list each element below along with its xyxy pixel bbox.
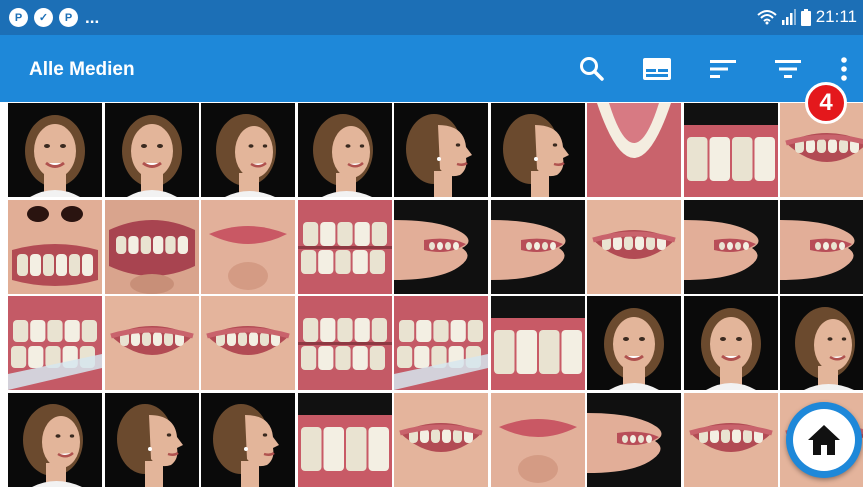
- thumbnail-image: [683, 103, 778, 197]
- thumbnail-image: [394, 296, 488, 390]
- thumbnail-image: [297, 103, 392, 197]
- thumbnail-image: [8, 296, 102, 390]
- thumbnail-image: [490, 296, 585, 390]
- media-thumbnail[interactable]: [780, 199, 863, 294]
- media-thumbnail[interactable]: [490, 392, 585, 487]
- thumbnail-image: [8, 103, 102, 197]
- media-thumbnail[interactable]: [394, 392, 488, 487]
- thumbnail-image: [201, 103, 295, 197]
- media-thumbnail[interactable]: [297, 392, 392, 487]
- thumbnail-image: [8, 199, 102, 294]
- thumbnail-image: [394, 103, 488, 197]
- home-icon: [808, 425, 840, 455]
- notification-area: P ✓ P ...: [9, 8, 99, 27]
- battery-icon: [800, 8, 811, 26]
- media-thumbnail[interactable]: [683, 103, 778, 197]
- media-thumbnail[interactable]: [201, 199, 295, 294]
- thumbnail-image: [297, 392, 392, 487]
- more-vert-icon: [841, 57, 847, 81]
- thumbnail-image: [297, 199, 392, 294]
- media-thumbnail[interactable]: [394, 199, 488, 294]
- thumbnail-image: [104, 199, 199, 294]
- media-thumbnail[interactable]: [201, 296, 295, 390]
- thumbnail-image: [587, 392, 681, 487]
- media-thumbnail[interactable]: [587, 103, 681, 197]
- filter-icon: [775, 60, 801, 78]
- media-thumbnail[interactable]: [297, 199, 392, 294]
- sort-button[interactable]: [708, 54, 738, 84]
- thumbnail-image: [683, 199, 778, 294]
- thumbnail-image: [587, 103, 681, 197]
- thumbnail-image: [104, 296, 199, 390]
- media-thumbnail[interactable]: [8, 103, 102, 197]
- thumbnail-image: [104, 103, 199, 197]
- search-button[interactable]: [577, 54, 607, 84]
- thumbnail-image: [201, 296, 295, 390]
- media-thumbnail[interactable]: [587, 296, 681, 390]
- system-tray: 21:11: [757, 7, 857, 27]
- thumbnail-image: [490, 199, 585, 294]
- media-thumbnail[interactable]: [394, 296, 488, 390]
- media-thumbnail[interactable]: [104, 296, 199, 390]
- slideshow-button[interactable]: [642, 54, 672, 84]
- filter-button[interactable]: [773, 54, 803, 84]
- thumbnail-image: [104, 392, 199, 487]
- clock: 21:11: [815, 7, 857, 26]
- media-thumbnail[interactable]: [104, 103, 199, 197]
- thumbnail-image: [394, 392, 488, 487]
- media-thumbnail[interactable]: [297, 296, 392, 390]
- wifi-icon: [757, 10, 777, 25]
- thumbnail-image: [587, 199, 681, 294]
- media-thumbnail[interactable]: [490, 103, 585, 197]
- thumbnail-image: [201, 392, 295, 487]
- home-button[interactable]: [786, 402, 862, 478]
- thumbnail-image: [587, 296, 681, 390]
- media-thumbnail[interactable]: [683, 199, 778, 294]
- media-thumbnail[interactable]: [104, 392, 199, 487]
- thumbnail-image: [201, 199, 295, 294]
- media-thumbnail[interactable]: [394, 103, 488, 197]
- media-thumbnail[interactable]: [8, 296, 102, 390]
- thumbnail-image: [490, 392, 585, 487]
- thumbnail-image: [683, 392, 778, 487]
- thumbnail-image: [780, 296, 863, 390]
- thumbnail-image: [683, 296, 778, 390]
- media-thumbnail[interactable]: [587, 392, 681, 487]
- media-thumbnail[interactable]: [683, 296, 778, 390]
- app-screen: P ✓ P ... 21:11 Alle Medien 4: [0, 0, 863, 490]
- media-thumbnail[interactable]: [104, 199, 199, 294]
- thumbnail-image: [490, 103, 585, 197]
- media-thumbnail[interactable]: [780, 296, 863, 390]
- page-title: Alle Medien: [29, 59, 135, 80]
- check-cloud-icon: ✓: [34, 8, 53, 27]
- p-badge-icon: P: [9, 8, 28, 27]
- thumbnail-image: [394, 199, 488, 294]
- media-thumbnail[interactable]: [8, 199, 102, 294]
- p-badge-icon: P: [59, 8, 78, 27]
- signal-icon: [781, 9, 796, 25]
- notification-overflow: ...: [85, 8, 100, 27]
- slideshow-icon: [643, 58, 671, 80]
- thumbnail-image: [780, 199, 863, 294]
- status-bar: P ✓ P ... 21:11: [0, 0, 863, 35]
- thumbnail-image: [8, 392, 102, 487]
- step-badge: 4: [805, 82, 847, 124]
- thumbnail-image: [297, 296, 392, 390]
- media-thumbnail[interactable]: [201, 103, 295, 197]
- media-grid: [8, 103, 863, 490]
- media-thumbnail[interactable]: [490, 296, 585, 390]
- media-thumbnail[interactable]: [8, 392, 102, 487]
- media-thumbnail[interactable]: [201, 392, 295, 487]
- home-button-inner: [793, 409, 855, 471]
- app-bar: Alle Medien: [0, 35, 863, 102]
- media-thumbnail[interactable]: [297, 103, 392, 197]
- search-icon: [580, 57, 604, 81]
- media-thumbnail[interactable]: [587, 199, 681, 294]
- media-thumbnail[interactable]: [683, 392, 778, 487]
- sort-icon: [710, 60, 736, 78]
- media-thumbnail[interactable]: [490, 199, 585, 294]
- more-options-button[interactable]: [829, 54, 859, 84]
